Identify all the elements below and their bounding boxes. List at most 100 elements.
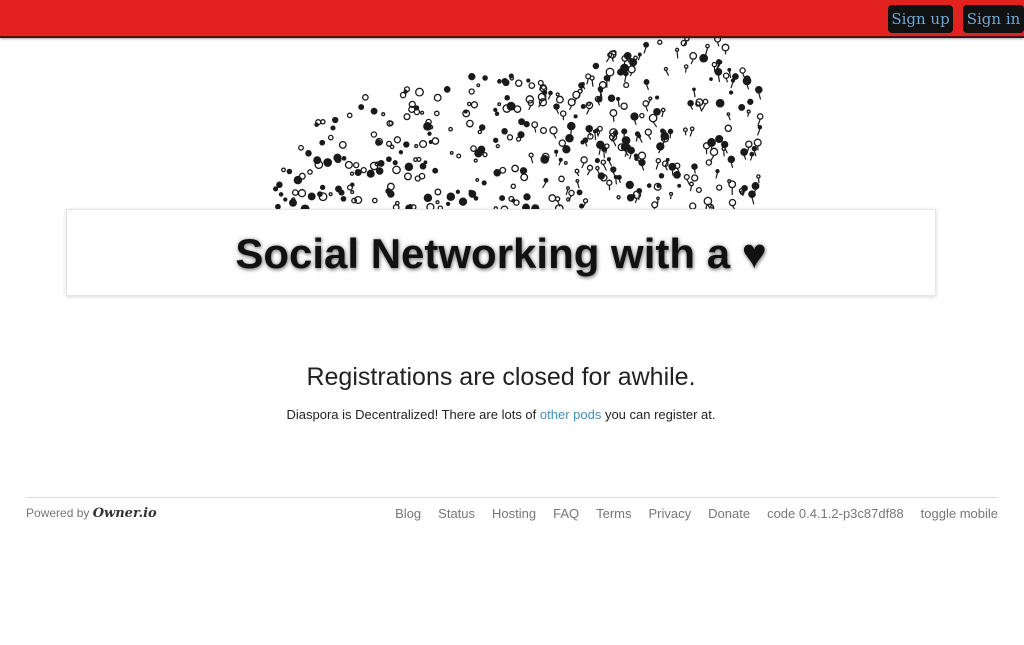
seed-mark: [738, 103, 746, 111]
seed-mark: [742, 76, 752, 90]
seed-mark: [687, 99, 694, 110]
seed-mark: [482, 75, 488, 81]
seed-mark: [715, 134, 724, 144]
seed-mark: [689, 51, 698, 65]
hero-banner: Social Networking with a ♥: [66, 209, 936, 296]
seed-mark: [644, 128, 652, 140]
seed-mark: [468, 73, 476, 81]
seed-mark: [667, 128, 674, 139]
message-text-before: Diaspora is Decentralized! There are lot…: [286, 407, 540, 422]
seed-mark: [555, 92, 560, 97]
seed-mark: [366, 169, 375, 178]
other-pods-link[interactable]: other pods: [540, 407, 601, 422]
seed-mark: [657, 39, 663, 45]
seed-mark: [448, 126, 453, 132]
seed-mark: [281, 167, 286, 173]
seed-mark: [674, 47, 680, 59]
footer-link-terms[interactable]: Terms: [596, 506, 631, 521]
seed-mark: [404, 162, 414, 172]
seed-mark: [420, 110, 425, 115]
footer-link-status[interactable]: Status: [438, 506, 475, 521]
seed-mark: [433, 93, 442, 102]
seed-mark: [468, 190, 477, 198]
registrations-closed-heading: Registrations are closed for awhile.: [306, 363, 696, 391]
seed-mark: [721, 146, 726, 157]
seed-mark: [604, 143, 610, 154]
toggle-mobile-link[interactable]: toggle mobile: [921, 506, 998, 521]
seed-mark: [298, 144, 304, 151]
footer-link-hosting[interactable]: Hosting: [492, 506, 536, 521]
seed-mark: [475, 177, 480, 182]
seed-mark: [392, 165, 401, 175]
seed-mark: [692, 87, 696, 98]
seed-mark: [495, 143, 500, 149]
seed-mark: [350, 190, 355, 195]
seed-mark: [549, 126, 558, 139]
seed-mark: [727, 155, 736, 168]
seed-mark: [660, 107, 666, 118]
top-navbar: Sign up Sign in: [0, 0, 1024, 38]
seed-mark: [413, 105, 420, 111]
seed-mark: [749, 151, 755, 161]
seed-mark: [497, 102, 502, 107]
owner-io-logo[interactable]: Owner.io: [93, 506, 157, 521]
seed-mark: [403, 172, 412, 181]
seed-mark: [565, 133, 574, 143]
seed-mark: [320, 119, 326, 125]
seed-mark: [432, 167, 439, 174]
seed-mark: [616, 96, 621, 108]
seed-mark: [539, 126, 548, 135]
seed-mark: [623, 70, 629, 83]
seed-mark: [335, 185, 342, 193]
seed-mark: [305, 150, 312, 157]
seed-mark: [456, 153, 462, 159]
footer-link-privacy[interactable]: Privacy: [649, 506, 692, 521]
footer-divider: [26, 497, 998, 498]
footer-link-donate[interactable]: Donate: [708, 506, 750, 521]
sign-up-button[interactable]: Sign up: [888, 5, 953, 33]
seed-mark: [377, 159, 385, 167]
seed-mark: [554, 149, 559, 157]
seed-mark: [344, 160, 353, 169]
hero-title: Social Networking with a ♥: [235, 230, 767, 277]
seed-mark: [531, 121, 539, 133]
seed-mark: [477, 145, 486, 154]
sign-in-button[interactable]: Sign in: [963, 5, 1024, 33]
seed-mark: [596, 140, 605, 155]
seed-mark: [273, 186, 279, 192]
seed-mark: [623, 82, 630, 89]
seed-mark: [709, 147, 719, 162]
seed-mark: [443, 86, 451, 93]
footer-link-faq[interactable]: FAQ: [553, 506, 579, 521]
seed-mark: [669, 191, 674, 200]
seed-mark: [568, 189, 575, 201]
seed-mark: [340, 195, 347, 202]
code-version[interactable]: code 0.4.1.2-p3c87df88: [767, 506, 904, 521]
seed-mark: [609, 109, 618, 122]
footer-link-blog[interactable]: Blog: [395, 506, 421, 521]
seed-mark: [493, 137, 499, 143]
seed-mark: [477, 129, 483, 135]
seed-mark: [514, 79, 523, 87]
seed-mark: [748, 190, 756, 205]
seed-mark: [445, 201, 451, 207]
seed-mark: [715, 168, 720, 179]
dandelion-seeds-illustration: [250, 38, 770, 210]
seed-mark: [616, 195, 621, 200]
seed-mark: [415, 87, 424, 97]
seed-mark: [333, 153, 342, 162]
seed-mark: [637, 52, 642, 61]
seed-mark: [620, 63, 629, 73]
seed-mark: [732, 73, 739, 80]
seed-mark: [620, 102, 628, 110]
seed-mark: [627, 65, 636, 77]
seed-mark: [519, 167, 528, 175]
seed-mark: [341, 156, 347, 161]
seed-mark: [528, 152, 534, 164]
seed-mark: [398, 150, 404, 155]
seed-mark: [547, 90, 553, 100]
seed-mark: [580, 156, 588, 169]
seed-mark: [607, 94, 616, 102]
seed-mark: [634, 156, 639, 161]
seed-mark: [418, 172, 426, 180]
